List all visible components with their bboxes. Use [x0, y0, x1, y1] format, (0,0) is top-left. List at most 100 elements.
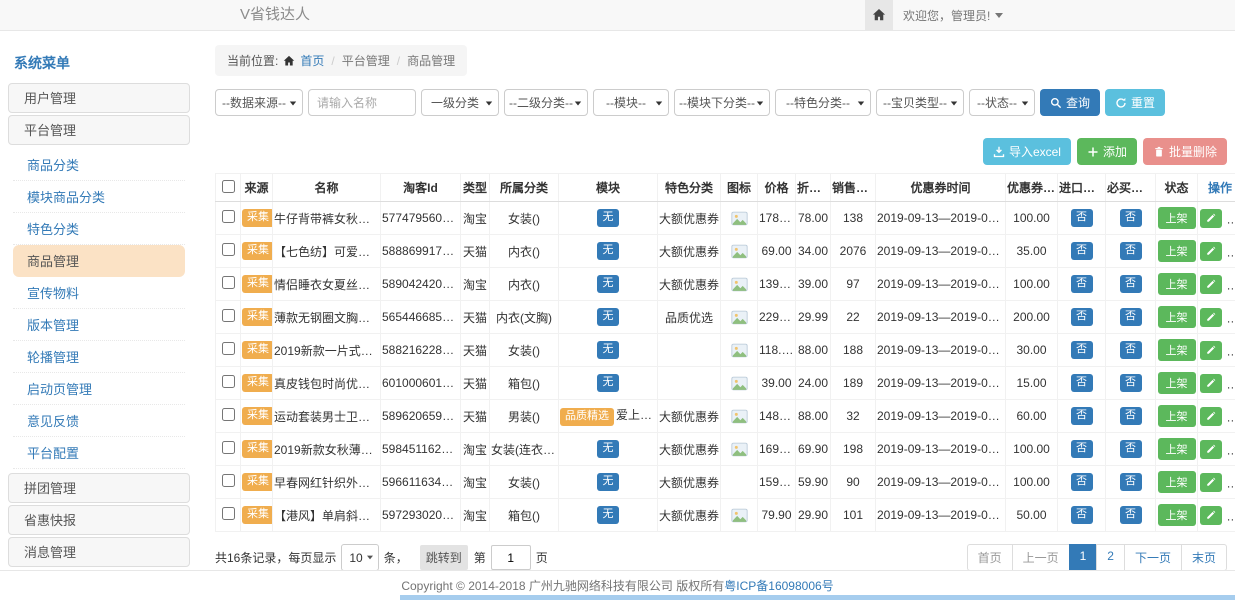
imported-badge[interactable]: 否	[1071, 407, 1093, 424]
edit-button[interactable]	[1200, 407, 1222, 426]
name-search-input[interactable]	[308, 89, 416, 116]
row-checkbox[interactable]	[222, 474, 235, 487]
edit-button[interactable]	[1200, 440, 1222, 459]
bulk-delete-button[interactable]: 批量删除	[1143, 138, 1227, 165]
edit-button[interactable]	[1200, 473, 1222, 492]
sidebar-item-group-buy-management[interactable]: 拼团管理	[8, 473, 190, 503]
status-button[interactable]: 上架	[1158, 471, 1196, 493]
filter-select[interactable]: --宝贝类型--	[876, 89, 964, 116]
edit-button[interactable]	[1200, 275, 1222, 294]
status-button[interactable]: 上架	[1158, 504, 1196, 526]
reset-button[interactable]: 重置	[1105, 89, 1165, 116]
edit-button[interactable]	[1200, 374, 1222, 393]
jump-page-input[interactable]	[491, 545, 531, 570]
sidebar-item-carousel-management[interactable]: 轮播管理	[13, 341, 185, 373]
edit-button[interactable]	[1200, 341, 1222, 360]
delete-button[interactable]	[1227, 506, 1235, 525]
sidebar-item-user-management[interactable]: 用户管理	[8, 83, 190, 113]
must-buy-badge[interactable]: 否	[1120, 275, 1142, 292]
filter-select[interactable]: --数据来源--	[215, 89, 303, 116]
status-button[interactable]: 上架	[1158, 240, 1196, 262]
home-button[interactable]	[865, 0, 893, 30]
must-buy-badge[interactable]: 否	[1120, 440, 1142, 457]
pager-button[interactable]: 末页	[1181, 544, 1227, 571]
edit-button[interactable]	[1200, 242, 1222, 261]
delete-button[interactable]	[1227, 275, 1235, 294]
must-buy-badge[interactable]: 否	[1120, 506, 1142, 523]
per-page-select[interactable]: 10	[341, 544, 378, 571]
edit-button[interactable]	[1200, 308, 1222, 327]
filter-select[interactable]: 一级分类	[421, 89, 499, 116]
imported-badge[interactable]: 否	[1071, 341, 1093, 358]
imported-badge[interactable]: 否	[1071, 374, 1093, 391]
filter-select[interactable]: --状态--	[969, 89, 1035, 116]
sidebar-item-message-management[interactable]: 消息管理	[8, 537, 190, 567]
jump-button[interactable]: 跳转到	[420, 545, 468, 570]
delete-button[interactable]	[1227, 242, 1235, 261]
edit-button[interactable]	[1200, 209, 1222, 228]
sidebar-item-module-goods-category[interactable]: 模块商品分类	[13, 181, 185, 213]
horizontal-scrollbar[interactable]	[400, 595, 1235, 600]
pager-button[interactable]: 2	[1096, 544, 1125, 571]
delete-button[interactable]	[1227, 407, 1235, 426]
imported-badge[interactable]: 否	[1071, 308, 1093, 325]
row-checkbox[interactable]	[222, 375, 235, 388]
add-button[interactable]: 添加	[1077, 138, 1137, 165]
select-all-checkbox[interactable]	[222, 180, 235, 193]
sidebar-item-feedback[interactable]: 意见反馈	[13, 405, 185, 437]
pager-button[interactable]: 1	[1069, 544, 1098, 571]
row-checkbox[interactable]	[222, 408, 235, 421]
filter-select[interactable]: --二级分类--	[504, 89, 588, 116]
status-button[interactable]: 上架	[1158, 372, 1196, 394]
status-button[interactable]: 上架	[1158, 438, 1196, 460]
search-button[interactable]: 查询	[1040, 89, 1100, 116]
pager-button[interactable]: 首页	[967, 544, 1013, 571]
delete-button[interactable]	[1227, 341, 1235, 360]
must-buy-badge[interactable]: 否	[1120, 341, 1142, 358]
sidebar-item-platform-config[interactable]: 平台配置	[13, 437, 185, 469]
delete-button[interactable]	[1227, 440, 1235, 459]
row-checkbox[interactable]	[222, 342, 235, 355]
sidebar-item-express-news[interactable]: 省惠快报	[8, 505, 190, 535]
sidebar-item-goods-category[interactable]: 商品分类	[13, 149, 185, 181]
must-buy-badge[interactable]: 否	[1120, 407, 1142, 424]
status-button[interactable]: 上架	[1158, 273, 1196, 295]
icp-link[interactable]: 粤ICP备16098006号	[724, 577, 833, 594]
filter-select[interactable]: --模块下分类--	[674, 89, 770, 116]
delete-button[interactable]	[1227, 308, 1235, 327]
row-checkbox[interactable]	[222, 309, 235, 322]
imported-badge[interactable]: 否	[1071, 242, 1093, 259]
delete-button[interactable]	[1227, 473, 1235, 492]
sidebar-item-version-management[interactable]: 版本管理	[13, 309, 185, 341]
filter-select[interactable]: --特色分类--	[775, 89, 871, 116]
sidebar-item-platform-management[interactable]: 平台管理	[8, 115, 190, 145]
imported-badge[interactable]: 否	[1071, 275, 1093, 292]
imported-badge[interactable]: 否	[1071, 506, 1093, 523]
row-checkbox[interactable]	[222, 441, 235, 454]
row-checkbox[interactable]	[222, 507, 235, 520]
breadcrumb-home-link[interactable]: 首页	[300, 52, 324, 69]
sidebar-item-promo-material[interactable]: 宣传物料	[13, 277, 185, 309]
imported-badge[interactable]: 否	[1071, 440, 1093, 457]
sidebar-item-feature-category[interactable]: 特色分类	[13, 213, 185, 245]
status-button[interactable]: 上架	[1158, 306, 1196, 328]
status-button[interactable]: 上架	[1158, 207, 1196, 229]
edit-button[interactable]	[1200, 506, 1222, 525]
delete-button[interactable]	[1227, 374, 1235, 393]
row-checkbox[interactable]	[222, 243, 235, 256]
user-menu[interactable]: 欢迎您，管理员!	[903, 0, 1003, 30]
must-buy-badge[interactable]: 否	[1120, 242, 1142, 259]
row-checkbox[interactable]	[222, 210, 235, 223]
pager-button[interactable]: 下一页	[1124, 544, 1182, 571]
import-excel-button[interactable]: 导入excel	[983, 138, 1071, 165]
delete-button[interactable]	[1227, 209, 1235, 228]
must-buy-badge[interactable]: 否	[1120, 374, 1142, 391]
sidebar-item-goods-management[interactable]: 商品管理	[13, 245, 185, 277]
imported-badge[interactable]: 否	[1071, 473, 1093, 490]
must-buy-badge[interactable]: 否	[1120, 308, 1142, 325]
status-button[interactable]: 上架	[1158, 339, 1196, 361]
filter-select[interactable]: --模块--	[593, 89, 669, 116]
pager-button[interactable]: 上一页	[1012, 544, 1070, 571]
must-buy-badge[interactable]: 否	[1120, 209, 1142, 226]
imported-badge[interactable]: 否	[1071, 209, 1093, 226]
